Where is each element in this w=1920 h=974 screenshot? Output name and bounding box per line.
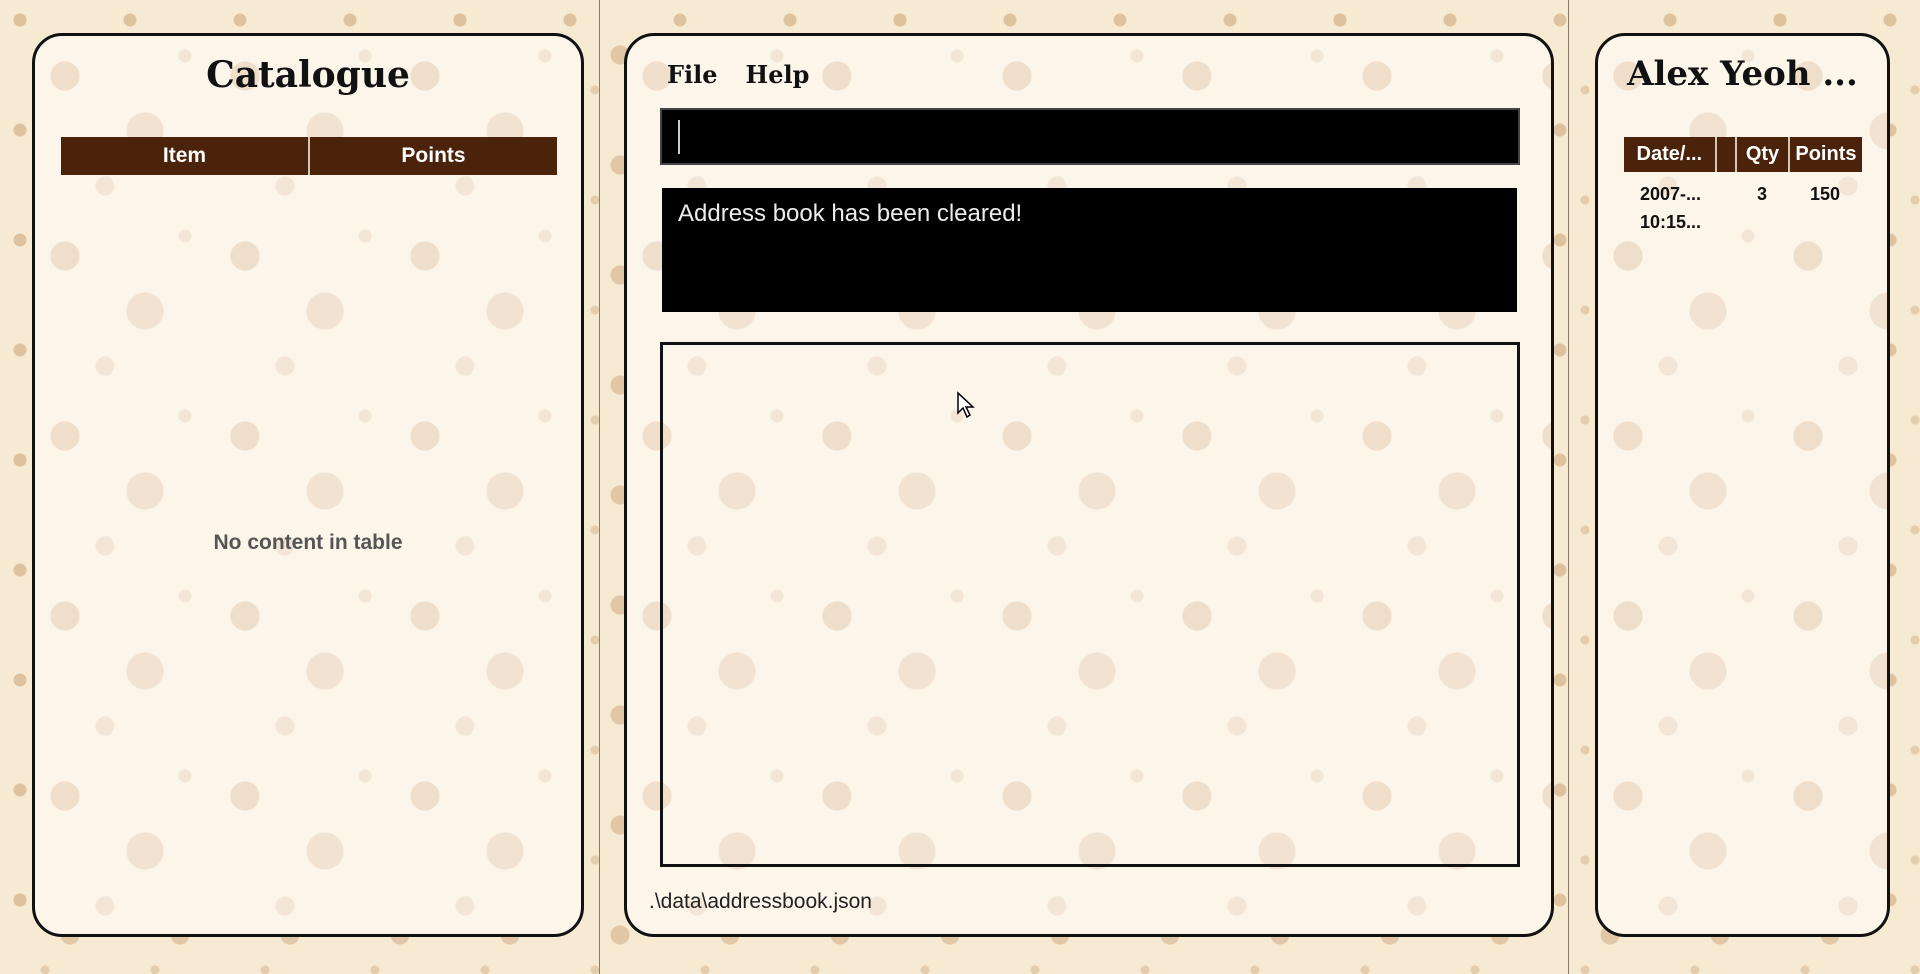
- column-header-points[interactable]: Points: [1790, 137, 1862, 172]
- customer-name: Alex Yeoh ...: [1627, 54, 1858, 94]
- text-caret: [678, 120, 680, 154]
- mouse-pointer-icon: [957, 391, 975, 419]
- result-display: Address book has been cleared!: [662, 188, 1517, 312]
- column-header-points[interactable]: Points: [310, 137, 557, 175]
- catalogue-panel: Catalogue Item Points No content in tabl…: [32, 33, 584, 937]
- catalogue-title: Catalogue: [206, 54, 410, 96]
- points-cell: 150: [1809, 184, 1841, 204]
- date-line-1: 2007-...: [1639, 184, 1702, 204]
- column-header-qty[interactable]: Qty: [1737, 137, 1790, 172]
- catalogue-table-header: Item Points: [61, 137, 557, 175]
- transaction-table-header: Date/... Qty Points: [1624, 137, 1862, 172]
- table-row[interactable]: 2007-... 10:15... 3 150: [1624, 180, 1862, 236]
- customer-panel: Alex Yeoh ... Date/... Qty Points 2007-.…: [1595, 33, 1890, 937]
- status-bar-path: .\data\addressbook.json: [649, 890, 872, 913]
- left-divider: [599, 0, 600, 974]
- transaction-table: Date/... Qty Points 2007-... 10:15... 3 …: [1624, 137, 1862, 236]
- menu-file[interactable]: File: [667, 60, 718, 89]
- menu-help[interactable]: Help: [746, 60, 810, 89]
- command-input[interactable]: [662, 110, 1518, 163]
- catalogue-empty-message: No content in table: [213, 531, 403, 554]
- column-header-blank[interactable]: [1717, 137, 1738, 172]
- column-header-item[interactable]: Item: [61, 137, 310, 175]
- menu-bar: File Help: [667, 60, 809, 89]
- date-line-2: 10:15...: [1639, 212, 1702, 232]
- qty-cell: 3: [1756, 184, 1767, 204]
- main-panel: File Help Address book has been cleared!…: [624, 33, 1554, 937]
- date-cell: 2007-... 10:15...: [1624, 180, 1717, 236]
- column-header-date[interactable]: Date/...: [1624, 137, 1717, 172]
- person-list[interactable]: [660, 342, 1520, 867]
- command-box: [660, 108, 1520, 165]
- right-divider: [1568, 0, 1569, 974]
